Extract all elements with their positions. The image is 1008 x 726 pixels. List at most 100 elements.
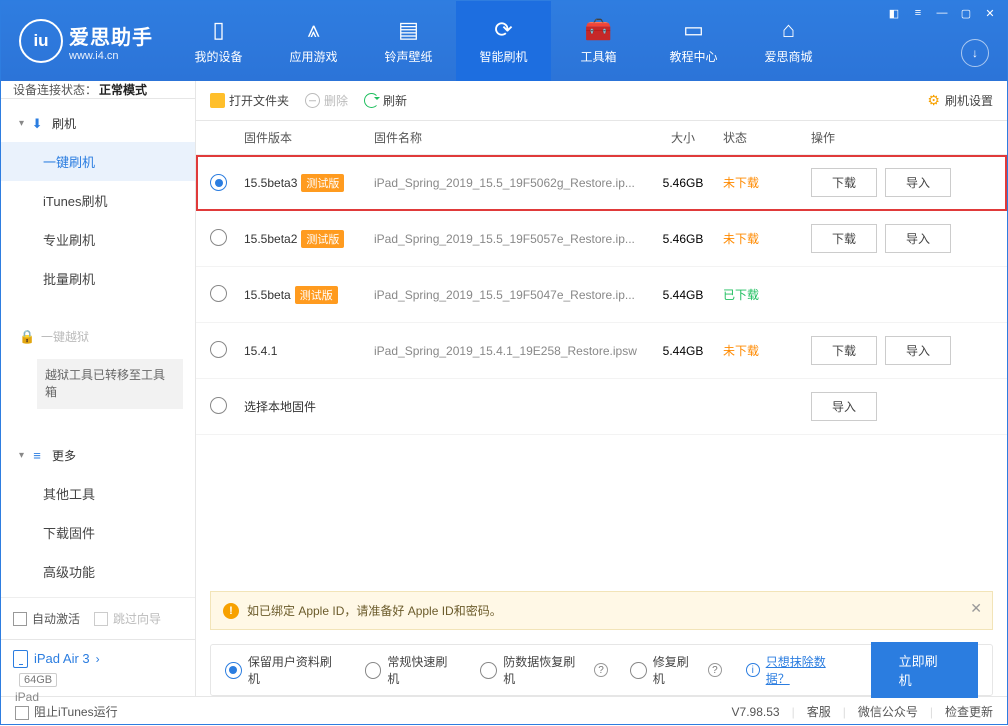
flash-settings-button[interactable]: ⚙刷机设置 [927, 92, 993, 109]
opt-normal[interactable]: 常规快速刷机 [365, 653, 459, 687]
auto-activate-row: 自动激活 跳过向导 [1, 597, 195, 639]
footer-check-update[interactable]: 检查更新 [945, 703, 993, 720]
nav-ringtones[interactable]: ▤铃声壁纸 [361, 1, 456, 81]
firmware-row[interactable]: 15.5beta2测试版 iPad_Spring_2019_15.5_19F50… [196, 211, 1007, 267]
nav-toolbox[interactable]: 🧰工具箱 [551, 1, 646, 81]
firmware-version: 15.5beta [244, 288, 291, 302]
download-manager-icon[interactable]: ↓ [961, 39, 989, 67]
nav-store[interactable]: ⌂爱思商城 [741, 1, 836, 81]
sidebar-batch-flash[interactable]: 批量刷机 [1, 259, 195, 298]
import-button[interactable]: 导入 [885, 224, 951, 253]
opt-repair[interactable]: 修复刷机? [630, 653, 722, 687]
delete-button: 删除 [305, 92, 348, 109]
import-button[interactable]: 导入 [885, 336, 951, 365]
table-header: 固件版本 固件名称 大小 状态 操作 [196, 121, 1007, 155]
open-folder-button[interactable]: 打开文件夹 [210, 92, 289, 109]
minimize-icon[interactable]: — [933, 5, 951, 21]
erase-only: i只想抹除数据？ [744, 653, 849, 687]
close-icon[interactable]: ✕ [981, 5, 999, 21]
col-size: 大小 [643, 129, 723, 146]
toolbar: 打开文件夹 删除 刷新 ⚙刷机设置 [196, 81, 1007, 121]
device-type: iPad [13, 690, 183, 704]
sidebar-advanced[interactable]: 高级功能 [1, 552, 195, 591]
flash-now-button[interactable]: 立即刷机 [871, 642, 978, 698]
sidebar-other-tools[interactable]: 其他工具 [1, 474, 195, 513]
warning-icon: ! [223, 603, 239, 619]
download-button[interactable]: 下载 [811, 336, 877, 365]
firmware-status: 未下载 [723, 174, 793, 191]
opt-anti-recovery[interactable]: 防数据恢复刷机? [480, 653, 607, 687]
download-button[interactable]: 下载 [811, 224, 877, 253]
firmware-row[interactable]: 15.5beta 测试版 iPad_Spring_2019_15.5_19F504… [196, 267, 1007, 323]
firmware-size: 5.46GB [643, 232, 723, 246]
firmware-size: 5.44GB [643, 288, 723, 302]
sidebar-more[interactable]: ▾≡更多 [1, 437, 195, 474]
firmware-radio[interactable] [210, 285, 227, 302]
auto-activate-checkbox[interactable]: 自动激活 [13, 610, 80, 627]
col-ops: 操作 [793, 129, 993, 146]
nav-my-device[interactable]: ▯我的设备 [171, 1, 266, 81]
toolbox-icon: 🧰 [585, 17, 612, 43]
import-button[interactable]: 导入 [885, 168, 951, 197]
firmware-radio[interactable] [210, 174, 227, 191]
firmware-status: 已下载 [723, 286, 793, 303]
flash-section-icon: ⬇ [30, 116, 44, 132]
window-controls: ◧ ≡ — ▢ ✕ [885, 5, 999, 21]
firmware-list: 15.5beta3测试版 iPad_Spring_2019_15.5_19F50… [196, 155, 1007, 435]
skin-icon[interactable]: ◧ [885, 5, 903, 21]
firmware-status: 未下载 [723, 230, 793, 247]
chevron-right-icon: › [96, 652, 100, 666]
refresh-button[interactable]: 刷新 [364, 92, 407, 109]
more-icon: ≡ [30, 448, 44, 463]
beta-tag: 测试版 [301, 230, 344, 248]
firmware-row[interactable]: 15.4.1 iPad_Spring_2019_15.4.1_19E258_Re… [196, 323, 1007, 379]
notice-close-icon[interactable]: ✕ [970, 600, 982, 617]
footer-wechat[interactable]: 微信公众号 [858, 703, 918, 720]
refresh-icon [364, 93, 379, 108]
col-version: 固件版本 [244, 129, 374, 146]
firmware-size: 5.44GB [643, 344, 723, 358]
app-header: iu 爱思助手 www.i4.cn ▯我的设备 ⩓应用游戏 ▤铃声壁纸 ⟳智能刷… [1, 1, 1007, 81]
firmware-name: iPad_Spring_2019_15.4.1_19E258_Restore.i… [374, 344, 643, 358]
book-icon: ▭ [683, 17, 704, 43]
maximize-icon[interactable]: ▢ [957, 5, 975, 21]
help-icon[interactable]: ? [594, 663, 608, 677]
sidebar-jailbreak: 🔒一键越狱 [1, 318, 195, 355]
nav-apps[interactable]: ⩓应用游戏 [266, 1, 361, 81]
content: 打开文件夹 删除 刷新 ⚙刷机设置 固件版本 固件名称 大小 状态 操作 15.… [196, 81, 1007, 696]
music-icon: ▤ [398, 17, 419, 43]
beta-tag: 测试版 [295, 286, 338, 304]
firmware-radio[interactable] [210, 397, 227, 414]
menu-icon[interactable]: ≡ [909, 5, 927, 21]
opt-keep-data[interactable]: 保留用户资料刷机 [225, 653, 343, 687]
erase-link[interactable]: 只想抹除数据？ [766, 653, 849, 687]
firmware-version: 15.5beta2 [244, 232, 297, 246]
app-logo: iu 爱思助手 www.i4.cn [1, 19, 171, 63]
flash-options-bar: 保留用户资料刷机 常规快速刷机 防数据恢复刷机? 修复刷机? i只想抹除数据？ … [210, 644, 993, 696]
help-icon[interactable]: ? [708, 663, 722, 677]
store-icon: ⌂ [782, 17, 795, 43]
sidebar-one-click-flash[interactable]: 一键刷机 [1, 142, 195, 181]
firmware-row[interactable]: 15.5beta3测试版 iPad_Spring_2019_15.5_19F50… [196, 155, 1007, 211]
nav-tutorials[interactable]: ▭教程中心 [646, 1, 741, 81]
connection-status: 设备连接状态： 正常模式 [1, 81, 195, 99]
firmware-name: iPad_Spring_2019_15.5_19F5047e_Restore.i… [374, 288, 643, 302]
chevron-down-icon: ▾ [19, 118, 24, 129]
firmware-radio[interactable] [210, 341, 227, 358]
lock-icon: 🔒 [19, 329, 33, 345]
beta-tag: 测试版 [301, 174, 344, 192]
flash-icon: ⟳ [494, 17, 512, 43]
sidebar-download-firmware[interactable]: 下载固件 [1, 513, 195, 552]
firmware-radio[interactable] [210, 229, 227, 246]
download-button[interactable]: 下载 [811, 168, 877, 197]
apps-icon: ⩓ [307, 17, 319, 43]
sidebar-flash[interactable]: ▾⬇刷机 [1, 105, 195, 142]
sidebar-itunes-flash[interactable]: iTunes刷机 [1, 181, 195, 220]
import-button[interactable]: 导入 [811, 392, 877, 421]
block-itunes-checkbox[interactable]: 阻止iTunes运行 [15, 703, 118, 720]
skip-guide-checkbox: 跳过向导 [94, 610, 161, 627]
sidebar-pro-flash[interactable]: 专业刷机 [1, 220, 195, 259]
firmware-row[interactable]: 选择本地固件 导入 [196, 379, 1007, 435]
nav-flash[interactable]: ⟳智能刷机 [456, 1, 551, 81]
footer-support[interactable]: 客服 [807, 703, 831, 720]
